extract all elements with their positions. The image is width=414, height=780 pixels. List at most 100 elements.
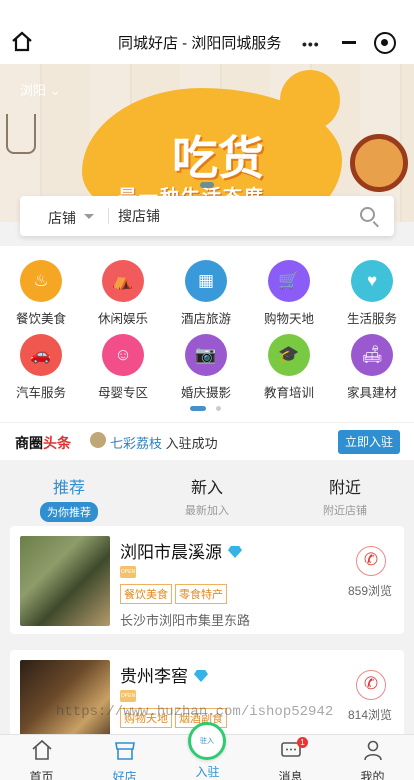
- headline-news[interactable]: 七彩荔枝 入驻成功: [110, 433, 218, 452]
- banner-indicator: [200, 182, 214, 188]
- diamond-icon: [194, 670, 208, 682]
- join-now-button[interactable]: 立即入驻: [338, 430, 400, 454]
- category-10[interactable]: 🛋 家具建材: [331, 320, 413, 400]
- category-3[interactable]: ▦ 酒店旅游: [165, 246, 247, 326]
- category-glyph: ▦: [197, 271, 215, 290]
- headline-brand-red: 头条: [43, 435, 71, 451]
- category-5[interactable]: ♥ 生活服务: [331, 246, 413, 326]
- category-glyph: ♨: [33, 271, 49, 290]
- category-glyph: ♥: [366, 271, 378, 290]
- category-label: 母婴专区: [97, 386, 148, 400]
- baby-icon: ☺: [102, 334, 144, 376]
- search-bar: 店铺: [20, 196, 394, 236]
- category-label: 汽车服务: [15, 386, 66, 400]
- tab-title: 推荐: [52, 480, 85, 497]
- shop-tag: 餐饮美食: [120, 584, 172, 604]
- nav-label: 我的: [360, 770, 385, 780]
- category-glyph: 🚗: [30, 345, 52, 364]
- sofa-icon: 🛋: [351, 334, 393, 376]
- shop-tabs: 推荐 为你推荐 新入 最新加入 附近 附近店铺: [0, 460, 414, 522]
- nav-home[interactable]: 首页: [0, 735, 83, 780]
- divider: [108, 208, 109, 224]
- close-capsule-icon[interactable]: [374, 32, 396, 54]
- shop-name-text: 贵州李窖: [120, 667, 188, 686]
- headline-brand: 商圈头条: [15, 433, 71, 453]
- city-name: 浏阳: [20, 83, 47, 98]
- shop-name-text: 浏阳市晨溪源: [120, 543, 222, 562]
- open-badge: OPEN: [120, 690, 136, 702]
- user-icon: [363, 740, 382, 761]
- shop-photo: [20, 536, 110, 626]
- headline-shop-name: 七彩荔枝: [110, 436, 163, 451]
- pager-dot-active[interactable]: [190, 406, 206, 411]
- category-glyph: ⛺: [112, 271, 134, 290]
- category-glyph: 🛒: [278, 271, 300, 290]
- category-glyph: 📷: [195, 345, 217, 364]
- nav-label: 好店: [112, 770, 137, 780]
- headline-action: 入驻成功: [165, 436, 218, 451]
- tab-subtitle: 为你推荐: [40, 502, 98, 522]
- join-center-button[interactable]: 驻入: [188, 722, 226, 760]
- hotel-icon: ▦: [185, 260, 227, 302]
- tab-new[interactable]: 新入 最新加入: [138, 474, 276, 518]
- diamond-icon: [228, 546, 242, 558]
- city-selector[interactable]: 浏阳 ⌄: [20, 80, 61, 99]
- shop-tag: 零食特产: [175, 584, 227, 604]
- minimize-icon[interactable]: [342, 41, 356, 44]
- category-7[interactable]: ☺ 母婴专区: [82, 320, 164, 400]
- home-icon[interactable]: [10, 30, 34, 54]
- nav-label: 消息: [278, 770, 303, 780]
- shop-icon: [114, 742, 135, 760]
- top-navigation-bar: 同城好店 - 浏阳同城服务 •••: [0, 0, 414, 64]
- join-center-label: 驻入: [200, 738, 214, 745]
- pizza-illustration: [350, 134, 408, 192]
- search-category-select[interactable]: 店铺: [48, 208, 76, 228]
- cup-illustration: [6, 114, 36, 154]
- category-glyph: 🎓: [278, 345, 300, 364]
- tab-recommend[interactable]: 推荐 为你推荐: [0, 474, 138, 522]
- tab-title: 附近: [328, 480, 361, 497]
- phone-icon[interactable]: [356, 670, 386, 700]
- page-title: 同城好店 - 浏阳同城服务: [118, 35, 282, 52]
- car-icon: 🚗: [20, 334, 62, 376]
- caret-down-icon[interactable]: [84, 214, 94, 219]
- tab-subtitle: 附近店铺: [323, 505, 367, 517]
- category-8[interactable]: 📷 婚庆摄影: [165, 320, 247, 400]
- shop-name: 浏阳市晨溪源: [120, 538, 242, 563]
- home-icon: [31, 739, 52, 760]
- tab-subtitle: 最新加入: [185, 505, 229, 517]
- avatar: [90, 432, 106, 448]
- category-9[interactable]: 🎓 教育培训: [248, 320, 330, 400]
- nav-shops[interactable]: 好店: [83, 735, 166, 780]
- headline-ticker: 商圈头条 七彩荔枝 入驻成功 立即入驻: [0, 422, 414, 460]
- nav-profile[interactable]: 我的: [331, 735, 414, 780]
- chef-hat-icon: ♨: [20, 260, 62, 302]
- more-options-icon[interactable]: •••: [302, 36, 320, 52]
- category-2[interactable]: ⛺ 休闲娱乐: [82, 246, 164, 326]
- hand-heart-icon: ♥: [351, 260, 393, 302]
- open-badge: OPEN: [120, 566, 136, 578]
- unread-badge: 1: [297, 737, 308, 748]
- phone-icon[interactable]: [356, 546, 386, 576]
- banner-headline: 吃货: [172, 132, 264, 184]
- nav-messages[interactable]: 1 消息: [249, 735, 332, 780]
- tab-nearby[interactable]: 附近 附近店铺: [276, 474, 414, 518]
- graduation-cap-icon: 🎓: [268, 334, 310, 376]
- search-icon[interactable]: [360, 207, 375, 222]
- search-input[interactable]: [118, 206, 338, 226]
- cart-icon: 🛒: [268, 260, 310, 302]
- tab-title: 新入: [190, 480, 223, 497]
- shop-address: 长沙市浏阳市集里东路: [120, 613, 251, 628]
- category-4[interactable]: 🛒 购物天地: [248, 246, 330, 326]
- headline-brand-black: 商圈: [15, 435, 43, 451]
- category-glyph: 🛋: [361, 345, 383, 364]
- shop-card[interactable]: 浏阳市晨溪源 OPEN 餐饮美食零食特产 长沙市浏阳市集里东路 859浏览: [10, 526, 404, 634]
- category-6[interactable]: 🚗 汽车服务: [0, 320, 82, 400]
- category-label: 教育培训: [263, 386, 314, 400]
- category-1[interactable]: ♨ 餐饮美食: [0, 246, 82, 326]
- pager-dot[interactable]: [216, 406, 221, 411]
- watermark: https://www.huzhan.com/ishop52942: [56, 704, 334, 720]
- category-grid: ♨ 餐饮美食 ⛺ 休闲娱乐 ▦ 酒店旅游 🛒 购物天地 ♥ 生活服务 🚗 汽车服务 ☺ 母婴专区 📷 婚庆摄影…: [0, 246, 414, 422]
- tent-icon: ⛺: [102, 260, 144, 302]
- view-count: 814浏览: [348, 708, 393, 722]
